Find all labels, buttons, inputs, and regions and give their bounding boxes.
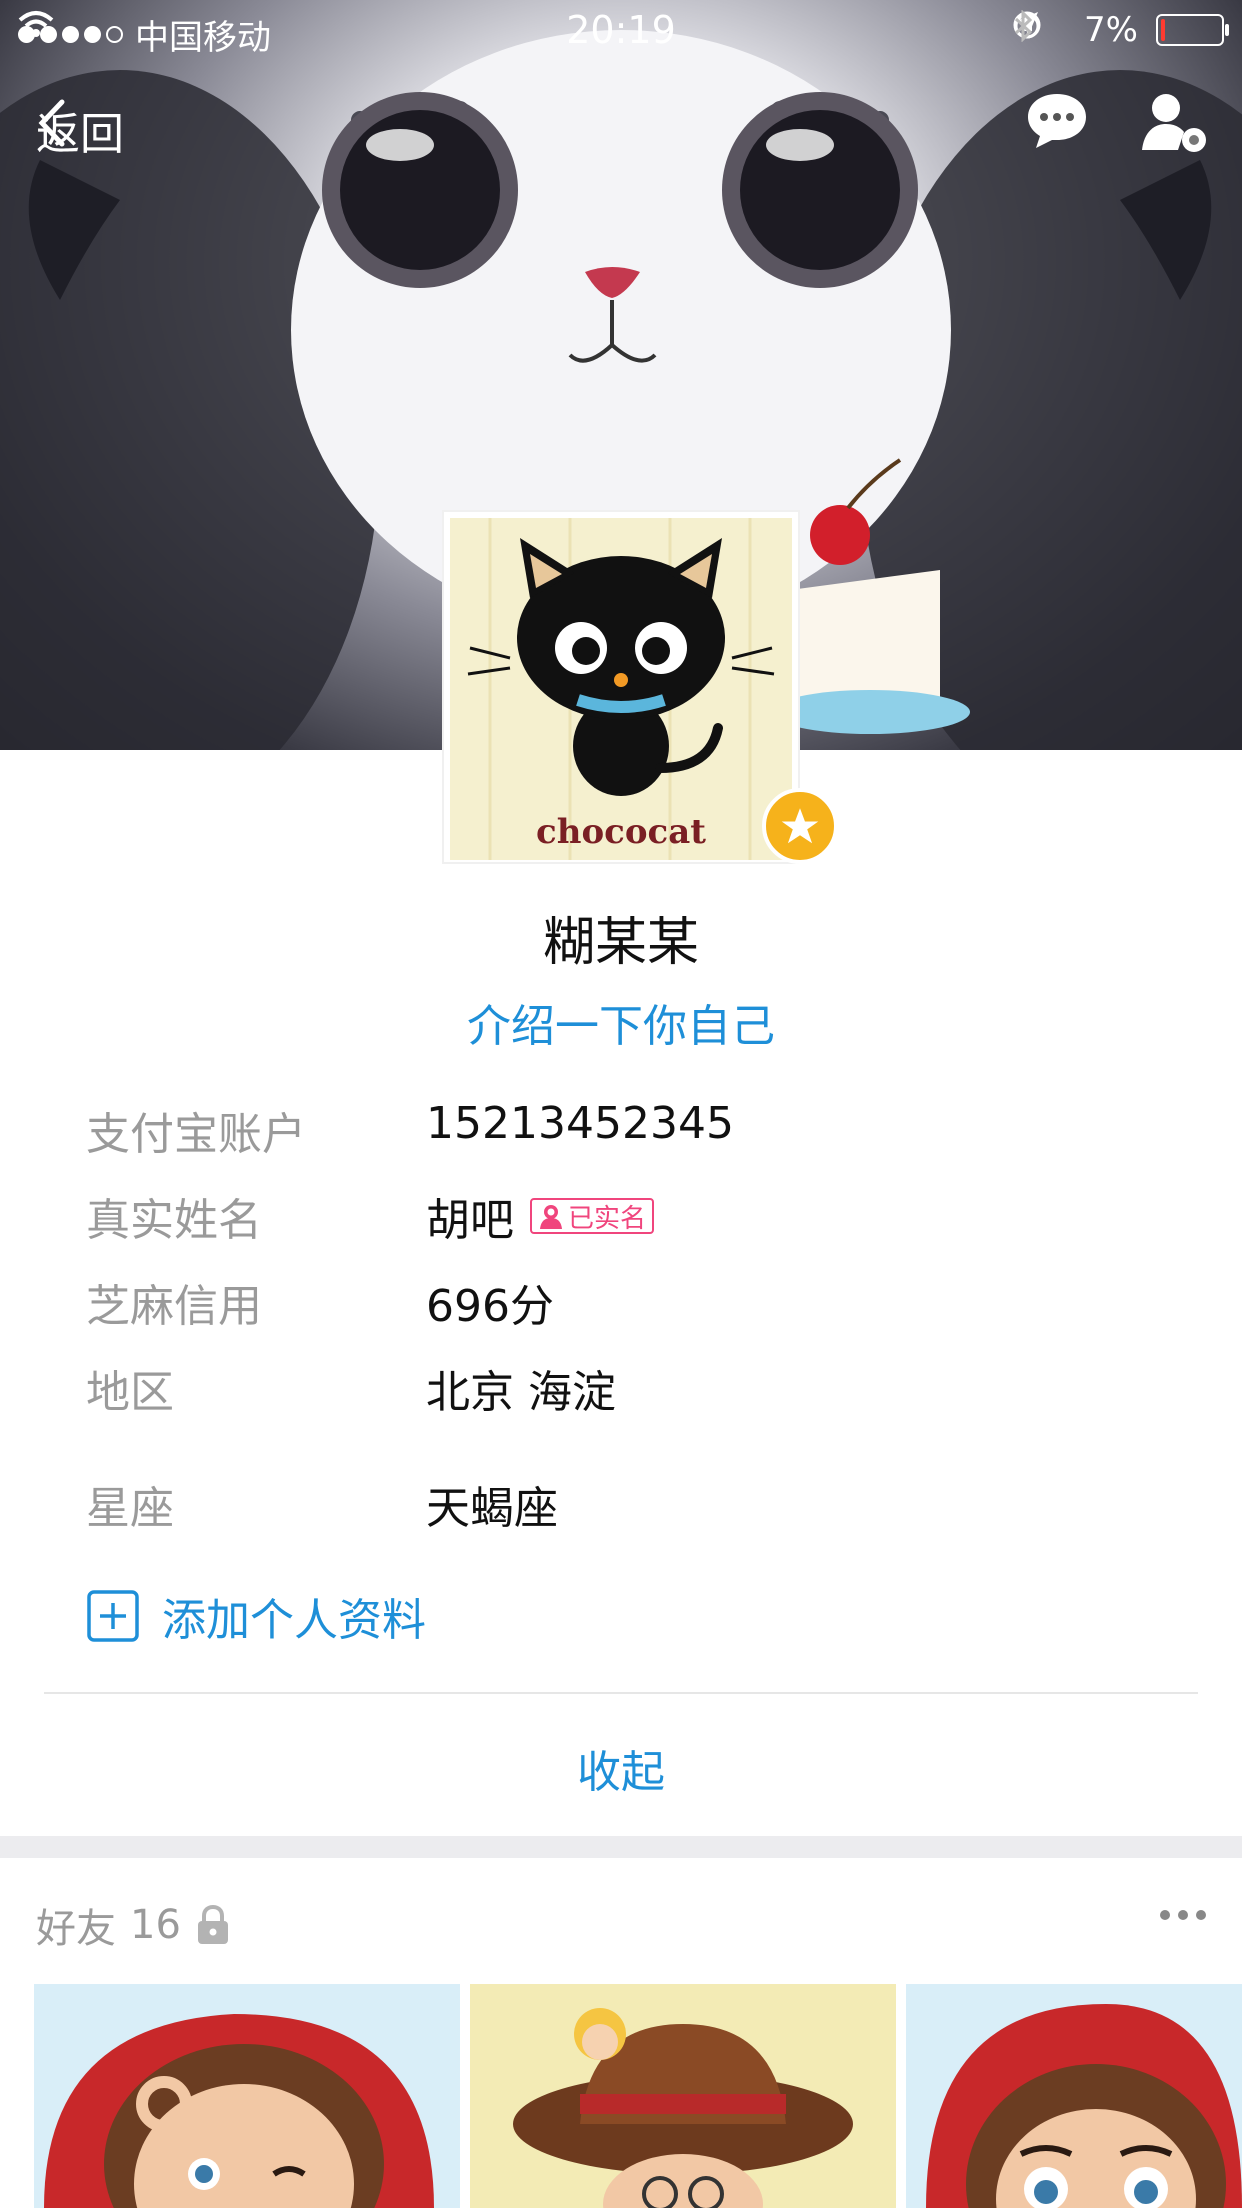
plus-square-icon [87, 1590, 139, 1642]
friends-header: 好友 16 [36, 1896, 231, 1954]
verified-badge-label: 已实名 [568, 1203, 647, 1234]
region-value: 北京 海淀 [426, 1367, 616, 1418]
info-row-zodiac: 星座 天蝎座 [86, 1472, 1186, 1542]
avatar[interactable]: chococat [442, 510, 800, 864]
battery-icon [1156, 14, 1229, 46]
verified-badge: 已实名 [530, 1198, 655, 1234]
lock-icon [197, 1904, 228, 1944]
person-verified-icon [540, 1205, 562, 1229]
nickname: 糊某某 [542, 913, 699, 973]
more-options-icon[interactable] [1160, 1910, 1206, 1920]
info-row-sesame: 芝麻信用 696分 [86, 1270, 1186, 1340]
real-name-label: 真实姓名 [86, 1195, 262, 1246]
alipay-account-label: 支付宝账户 [86, 1109, 306, 1160]
intro-yourself-link[interactable]: 介绍一下你自己 [0, 990, 1242, 1054]
friend-avatar-2[interactable] [470, 1984, 896, 2208]
friends-label: 好友 [36, 1906, 116, 1952]
section-separator [0, 1836, 1242, 1858]
zodiac-label: 星座 [86, 1483, 174, 1534]
info-row-alipay: 支付宝账户 15213452345 [86, 1098, 1186, 1168]
divider [44, 1692, 1198, 1694]
battery-level-fill [1161, 19, 1165, 41]
zodiac-value: 天蝎座 [426, 1483, 558, 1534]
battery-percent: 7% [1084, 10, 1138, 50]
add-profile-label: 添加个人资料 [162, 1595, 426, 1646]
sesame-credit-value: 696分 [426, 1281, 554, 1332]
alipay-account-value: 15213452345 [426, 1098, 734, 1149]
collapse-button[interactable]: 收起 [0, 1736, 1242, 1800]
chevron-left-icon [38, 99, 65, 147]
info-row-region: 地区 北京 海淀 [86, 1356, 1186, 1426]
star-badge [762, 788, 838, 864]
info-row-realname: 真实姓名 胡吧 已实名 [86, 1184, 1186, 1254]
friend-avatar-3[interactable] [906, 1984, 1242, 2208]
friend-avatar-1-image [34, 1984, 460, 2208]
friend-avatar-2-image [470, 1984, 896, 2208]
friends-count: 16 [130, 1902, 181, 1948]
add-profile-button[interactable]: 添加个人资料 [86, 1584, 426, 1648]
friend-avatar-1[interactable] [34, 1984, 460, 2208]
region-label: 地区 [86, 1367, 174, 1418]
sesame-credit-label: 芝麻信用 [86, 1281, 262, 1332]
avatar-image: chococat [450, 518, 792, 860]
status-bar: 中国移动 20:19 7% [0, 0, 1242, 62]
back-button[interactable]: 返回 [36, 98, 124, 162]
chococat-illustration: chococat [450, 518, 792, 860]
real-name-value: 胡吧 [426, 1195, 514, 1246]
avatar-caption: chococat [536, 812, 706, 852]
friend-avatar-3-image [906, 1984, 1242, 2208]
star-icon [772, 799, 828, 851]
